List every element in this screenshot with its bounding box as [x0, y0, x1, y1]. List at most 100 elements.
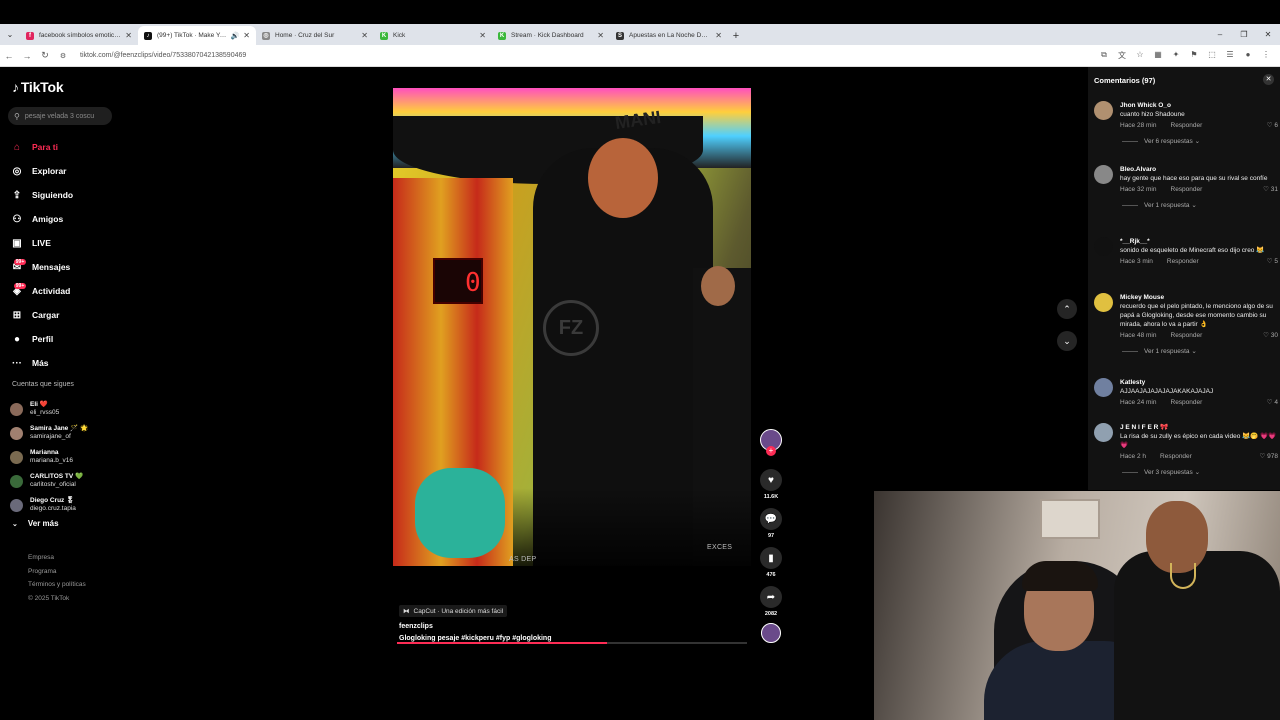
avatar[interactable]: [1094, 237, 1113, 256]
capcut-link[interactable]: ⧓ CapCut · Una edición más fácil: [399, 605, 508, 617]
comment-author[interactable]: Mickey Mouse: [1120, 293, 1278, 302]
extension-icon[interactable]: ⚑: [1186, 50, 1202, 61]
close-window-icon[interactable]: ✕: [1256, 30, 1280, 39]
follow-plus-icon[interactable]: +: [766, 446, 776, 456]
comment-author[interactable]: *__Rjk__*: [1120, 237, 1278, 246]
share-button[interactable]: ➦ 2082: [758, 586, 784, 617]
sidebar-item-more[interactable]: ··· Más: [10, 351, 120, 375]
footer-link: © 2025 TikTok: [28, 594, 70, 602]
share-icon: ➦: [760, 586, 782, 608]
avatar[interactable]: [1094, 101, 1113, 120]
extension-icon[interactable]: ✦: [1168, 50, 1184, 61]
video-author[interactable]: feenzclips: [399, 623, 749, 630]
next-video-chevron-down-icon[interactable]: ⌄: [1057, 331, 1077, 351]
footer-link[interactable]: Términos y políticas: [28, 578, 86, 592]
avatar[interactable]: [1094, 423, 1113, 442]
like-button[interactable]: ♥ 11.6K: [758, 469, 784, 500]
comment-author[interactable]: J E N I F E R 🎀: [1120, 423, 1278, 432]
new-tab-icon[interactable]: +: [728, 26, 744, 45]
tab-favicon-icon: f: [26, 31, 34, 40]
reply-button[interactable]: Responder: [1160, 452, 1192, 461]
comment-like[interactable]: ♡ 30: [1263, 331, 1278, 340]
browser-tab[interactable]: ♪ (99+) TikTok · Make Your D 🔊 ✕: [138, 26, 256, 45]
view-replies-button[interactable]: Ver 1 respuesta ⌄: [1120, 201, 1278, 210]
sidebar-item-home[interactable]: ⌂ Para ti: [10, 135, 120, 159]
previous-video-chevron-up-icon[interactable]: ⌃: [1057, 299, 1077, 319]
close-tab-icon[interactable]: ✕: [361, 31, 368, 40]
video-progress-bar[interactable]: [397, 642, 747, 644]
view-replies-button[interactable]: Ver 1 respuesta ⌄: [1120, 347, 1278, 356]
reply-button[interactable]: Responder: [1171, 121, 1203, 130]
avatar[interactable]: [1094, 165, 1113, 184]
close-tab-icon[interactable]: ✕: [125, 31, 132, 40]
puzzle-icon[interactable]: ⬚: [1204, 50, 1220, 61]
video-description: Glogloking pesaje #kickperu #fyp #gloglo…: [399, 635, 552, 642]
creator-avatar[interactable]: +: [758, 429, 784, 456]
reload-icon[interactable]: ↻: [36, 50, 54, 61]
see-more-button[interactable]: ⌄ Ver más: [12, 519, 59, 528]
close-comments-icon[interactable]: ✕: [1263, 74, 1274, 85]
site-info-icon[interactable]: ⚙: [54, 52, 72, 60]
view-replies-button[interactable]: Ver 6 respuestas ⌄: [1120, 137, 1278, 146]
avatar[interactable]: [1094, 293, 1113, 312]
minimize-icon[interactable]: –: [1208, 30, 1232, 39]
sidebar-item-compass[interactable]: ◎ Explorar: [10, 159, 120, 183]
comment-button[interactable]: 💬 97: [758, 508, 784, 539]
comment-like[interactable]: ♡ 5: [1267, 257, 1278, 266]
comment-author[interactable]: Bleo.Alvaro: [1120, 165, 1278, 174]
comment-like[interactable]: ♡ 4: [1267, 398, 1278, 407]
comment-like[interactable]: ♡ 978: [1260, 452, 1279, 461]
profile-avatar-icon[interactable]: ●: [1240, 50, 1256, 61]
speaker-icon[interactable]: 🔊: [231, 32, 240, 40]
sidebar-item-activity[interactable]: ◈ 99+ Actividad: [10, 279, 120, 303]
comment-like[interactable]: ♡ 6: [1267, 121, 1278, 130]
sidebar-item-messages[interactable]: ✉ 99+ Mensajes: [10, 255, 120, 279]
sidebar-item-profile[interactable]: ● Perfil: [10, 327, 120, 351]
menu-icon[interactable]: ⋮: [1258, 50, 1274, 61]
video-player[interactable]: MANI 0 FZ AS DEP EXCES: [393, 88, 751, 566]
extension-icon[interactable]: ▦: [1150, 50, 1166, 61]
sidebar-item-friends[interactable]: ⚇ Amigos: [10, 207, 120, 231]
following-account[interactable]: Marianna mariana.b_v16: [10, 445, 120, 469]
url-field[interactable]: tiktok.com/@feenzclips/video/75338070421…: [80, 52, 1096, 59]
tiktok-logo[interactable]: ♪ TikTok: [12, 79, 64, 95]
cast-icon[interactable]: ⧉: [1096, 50, 1112, 61]
sidebar-item-following[interactable]: ⇪ Siguiendo: [10, 183, 120, 207]
footer-link[interactable]: Programa: [28, 565, 86, 579]
close-tab-icon[interactable]: ✕: [243, 31, 250, 40]
tab-search-icon[interactable]: ⌄: [0, 24, 20, 45]
forward-icon[interactable]: →: [18, 51, 36, 61]
browser-tab[interactable]: K Kick ✕: [374, 26, 492, 45]
search-input[interactable]: ⚲ pesaje velada 3 coscu: [8, 107, 112, 125]
reply-button[interactable]: Responder: [1171, 398, 1203, 407]
bookmark-star-icon[interactable]: ☆: [1132, 50, 1148, 61]
save-button[interactable]: ▮ 476: [758, 547, 784, 578]
close-tab-icon[interactable]: ✕: [715, 31, 722, 40]
browser-tab[interactable]: K Stream · Kick Dashboard ✕: [492, 26, 610, 45]
restore-icon[interactable]: ❐: [1232, 30, 1256, 39]
close-tab-icon[interactable]: ✕: [597, 31, 604, 40]
reply-button[interactable]: Responder: [1167, 257, 1199, 266]
comment-author[interactable]: Katlesty: [1120, 378, 1278, 387]
reply-button[interactable]: Responder: [1171, 331, 1203, 340]
music-disc[interactable]: [758, 623, 784, 643]
comment-like[interactable]: ♡ 31: [1263, 185, 1278, 194]
sidebar-item-live[interactable]: ▣ LIVE: [10, 231, 120, 255]
close-tab-icon[interactable]: ✕: [479, 31, 486, 40]
translate-icon[interactable]: 文: [1114, 50, 1130, 61]
browser-tab[interactable]: ◎ Home · Cruz del Sur ✕: [256, 26, 374, 45]
avatar[interactable]: [1094, 378, 1113, 397]
comment-author[interactable]: Jhon Whick O_o: [1120, 101, 1278, 110]
back-icon[interactable]: ←: [0, 51, 18, 61]
sidebar-item-upload[interactable]: ⊞ Cargar: [10, 303, 120, 327]
following-account[interactable]: Samira Jane 🪄 🌟 samirajane_of: [10, 421, 120, 445]
browser-tab[interactable]: S Apuestas en La Noche Dorada ✕: [610, 26, 728, 45]
footer-link[interactable]: Empresa: [28, 551, 86, 565]
following-account[interactable]: Diego Cruz 🎖 diego.cruz.tapia: [10, 493, 120, 517]
view-replies-button[interactable]: Ver 3 respuestas ⌄: [1120, 468, 1278, 477]
browser-tab[interactable]: f facebook símbolos emoticone ✕: [20, 26, 138, 45]
following-account[interactable]: CARLITOS TV 💚 carlitostv_oficial: [10, 469, 120, 493]
reply-button[interactable]: Responder: [1171, 185, 1203, 194]
following-account[interactable]: Eli ❤️ eli_rvss05: [10, 397, 120, 421]
sidebar-icon[interactable]: ☰: [1222, 50, 1238, 61]
